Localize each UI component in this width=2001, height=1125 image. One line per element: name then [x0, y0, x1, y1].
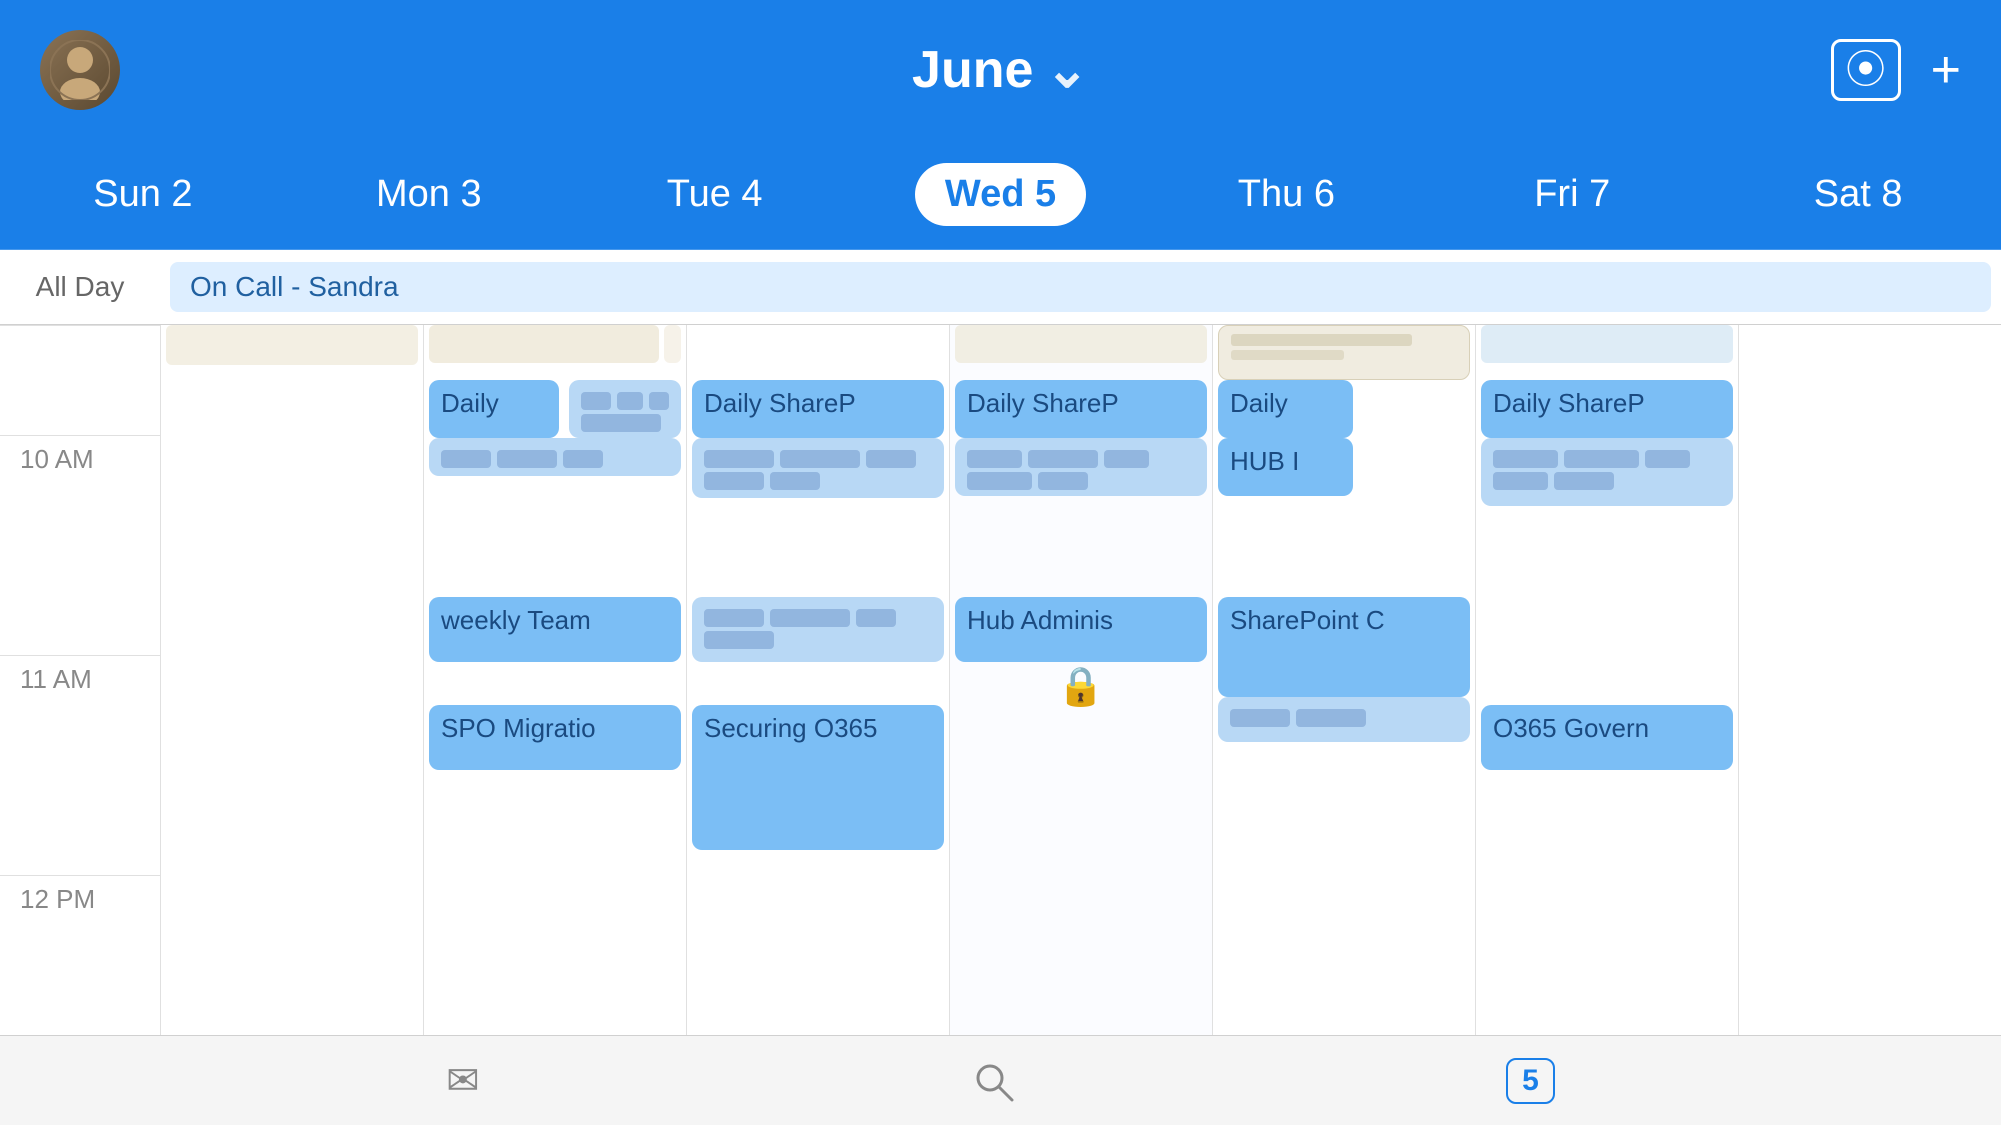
event-blurred-tue2[interactable]	[692, 597, 944, 662]
col-sun	[160, 325, 423, 1035]
event-daily-wed[interactable]: Daily ShareP	[955, 380, 1207, 438]
all-day-event-oncall[interactable]: On Call - Sandra	[170, 262, 1991, 312]
event-blurred-mon1[interactable]	[569, 380, 681, 438]
event-daily-fri[interactable]: Daily ShareP	[1481, 380, 1733, 438]
calendar-body: 10 AM 11 AM 12 PM 1 PM 2 PM Daily	[0, 325, 2001, 1035]
tab-calendar[interactable]: 5	[1506, 1058, 1555, 1104]
blurred-fri-top	[1481, 325, 1733, 363]
blurred-mon-top2	[664, 325, 681, 363]
time-10am: 10 AM	[0, 435, 160, 655]
lock-icon: 🔒	[1057, 665, 1104, 709]
all-day-row: All Day On Call - Sandra	[0, 250, 2001, 325]
day-wed5[interactable]: Wed 5	[858, 140, 1144, 249]
time-12pm: 12 PM	[0, 875, 160, 1035]
avatar[interactable]	[40, 30, 120, 110]
event-blurred-mon2[interactable]	[429, 438, 681, 476]
col-mon: Daily weekly Team SPO Migratio	[423, 325, 686, 1035]
time-column: 10 AM 11 AM 12 PM 1 PM 2 PM	[0, 325, 160, 1035]
event-weekly-team[interactable]: weekly Team	[429, 597, 681, 662]
all-day-label: All Day	[0, 271, 160, 303]
event-sharepoint-c[interactable]: SharePoint C	[1218, 597, 1470, 697]
time-label-11am: 11 AM	[20, 664, 92, 695]
app-header: June ⌄ ⦿ +	[0, 0, 2001, 140]
time-label-12pm: 12 PM	[20, 884, 95, 915]
day-fri7[interactable]: Fri 7	[1429, 140, 1715, 249]
blurred-wed-top	[955, 325, 1207, 363]
event-daily-mon[interactable]: Daily	[429, 380, 559, 438]
header-actions: ⦿ +	[1831, 39, 1961, 101]
col-sat	[1738, 325, 2001, 1035]
event-o365-govern[interactable]: O365 Govern	[1481, 705, 1733, 770]
event-blurred-wed1[interactable]	[955, 438, 1207, 496]
view-toggle-icon[interactable]: ⦿	[1831, 39, 1901, 101]
time-11am: 11 AM	[0, 655, 160, 875]
calendar-date-badge: 5	[1506, 1058, 1555, 1104]
col-wed: Daily ShareP Hub Adminis 🔒	[949, 325, 1212, 1035]
days-grid: Daily weekly Team SPO Migratio	[160, 325, 2001, 1035]
event-beige-thu[interactable]	[1218, 325, 1470, 380]
event-daily-tue[interactable]: Daily ShareP	[692, 380, 944, 438]
event-blurred-tue1[interactable]	[692, 438, 944, 498]
blurred-sun-top	[166, 325, 418, 365]
day-thu6[interactable]: Thu 6	[1143, 140, 1429, 249]
col-thu: Daily HUB I SharePoint C	[1212, 325, 1475, 1035]
month-title[interactable]: June ⌄	[912, 40, 1089, 100]
event-securing-o365[interactable]: Securing O365	[692, 705, 944, 850]
add-event-button[interactable]: +	[1931, 44, 1961, 96]
day-sun2[interactable]: Sun 2	[0, 140, 286, 249]
chevron-down-icon: ⌄	[1045, 40, 1089, 100]
col-tue: Daily ShareP Securing O365	[686, 325, 949, 1035]
tab-mail[interactable]: ✉	[446, 1058, 480, 1104]
event-blurred-fri1[interactable]	[1481, 438, 1733, 506]
day-mon3[interactable]: Mon 3	[286, 140, 572, 249]
month-label: June	[912, 40, 1033, 100]
blurred-mon-top	[429, 325, 659, 363]
event-hub-adminis[interactable]: Hub Adminis	[955, 597, 1207, 662]
event-spo-migration[interactable]: SPO Migratio	[429, 705, 681, 770]
event-hub-thu[interactable]: HUB I	[1218, 438, 1353, 496]
mail-icon: ✉	[446, 1058, 480, 1104]
event-daily-thu[interactable]: Daily	[1218, 380, 1353, 438]
day-tue4[interactable]: Tue 4	[572, 140, 858, 249]
time-label-10am: 10 AM	[20, 444, 94, 475]
tab-search[interactable]	[972, 1060, 1014, 1102]
tab-bar: ✉ 5	[0, 1035, 2001, 1125]
day-navigation: Sun 2 Mon 3 Tue 4 Wed 5 Thu 6 Fri 7 Sat …	[0, 140, 2001, 250]
day-sat8[interactable]: Sat 8	[1715, 140, 2001, 249]
event-blurred-thu2[interactable]	[1218, 697, 1470, 742]
search-icon	[972, 1060, 1014, 1102]
col-fri: Daily ShareP O365 Govern	[1475, 325, 1738, 1035]
